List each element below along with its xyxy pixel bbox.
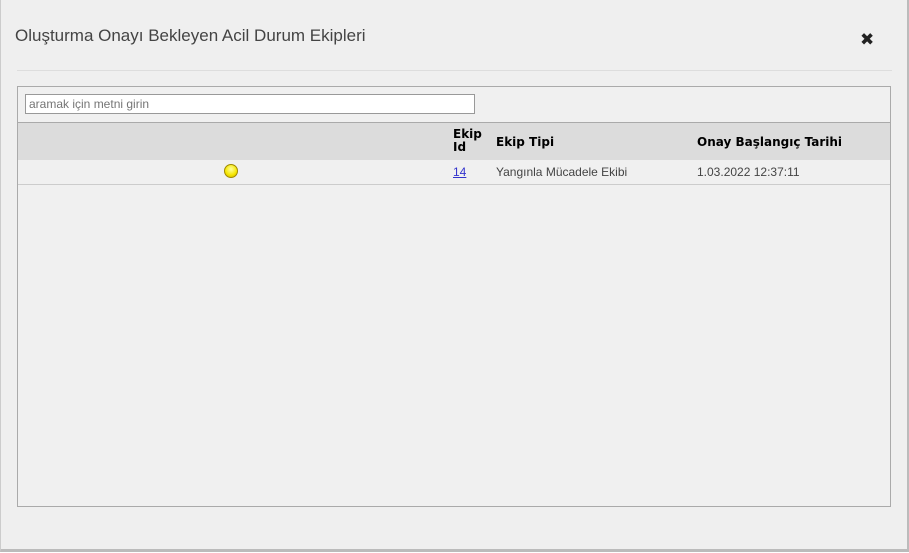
column-header-ekip-tipi[interactable]: Ekip Tipi <box>496 135 554 149</box>
table-header: Ekip Id Ekip Tipi Onay Başlangıç Tarihi <box>18 122 890 160</box>
divider <box>17 70 892 71</box>
table-row[interactable]: 14 Yangınla Mücadele Ekibi 1.03.2022 12:… <box>18 160 890 185</box>
close-icon[interactable]: ✖ <box>860 30 874 50</box>
search-input[interactable] <box>25 94 475 114</box>
date-cell: 1.03.2022 12:37:11 <box>697 165 800 179</box>
ekip-id-link[interactable]: 14 <box>453 165 466 179</box>
dialog-title: Oluşturma Onayı Bekleyen Acil Durum Ekip… <box>15 26 366 45</box>
dialog: Oluşturma Onayı Bekleyen Acil Durum Ekip… <box>0 0 909 552</box>
column-header-ekip-id[interactable]: Ekip Id <box>453 128 482 154</box>
ekip-tipi-cell: Yangınla Mücadele Ekibi <box>496 165 628 179</box>
status-light-icon <box>224 164 238 178</box>
header-label: Id <box>453 140 467 154</box>
header-label: Ekip <box>453 127 482 141</box>
data-grid: EkipId Ekip Tipi Onay Başlangıç Tarihi 1… <box>17 86 891 507</box>
column-header-onay-tarihi[interactable]: Onay Başlangıç Tarihi <box>697 135 842 149</box>
